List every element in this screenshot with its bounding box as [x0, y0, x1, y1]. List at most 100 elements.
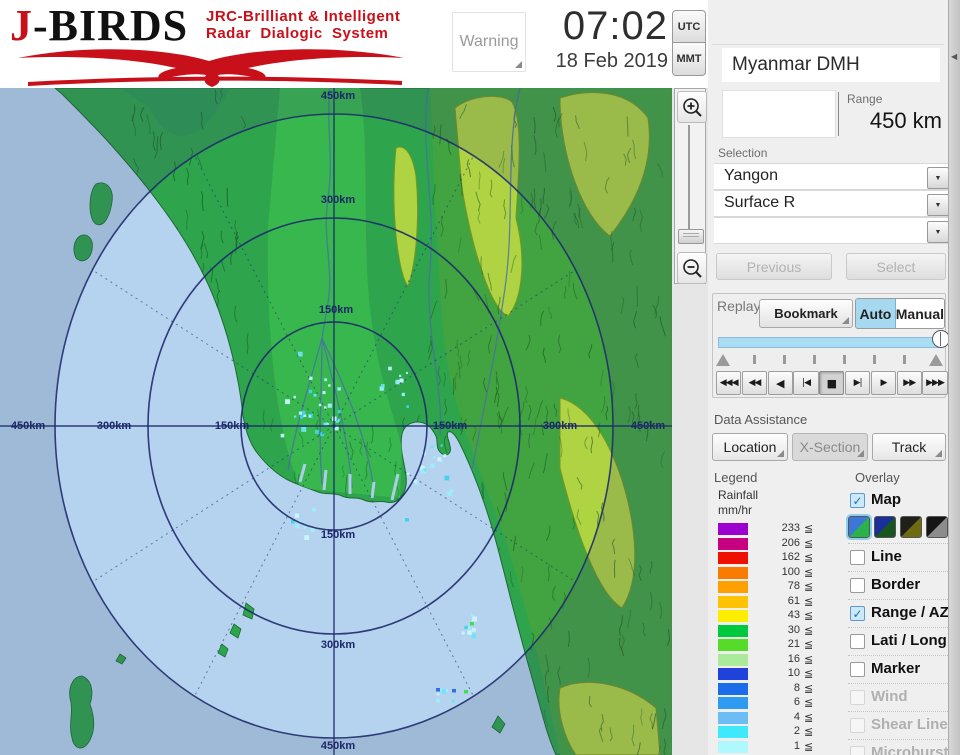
- legend-row: 206 ≦: [718, 537, 838, 552]
- transport-button-play[interactable]: ▶: [870, 371, 897, 395]
- slider-tick: [813, 355, 816, 364]
- slider-tick: [753, 355, 756, 364]
- checkbox-checked[interactable]: ✓: [850, 493, 865, 508]
- slider-tick: [873, 355, 876, 364]
- mmt-button[interactable]: MMT: [672, 43, 706, 76]
- slider-tick: [843, 355, 846, 364]
- legend-value: 10: [787, 667, 800, 679]
- replay-label: Replay: [717, 298, 761, 314]
- radar-map[interactable]: 450km 300km 150km 150km 300km 450km 450km 300km…: [0, 88, 672, 755]
- map-style-button-4[interactable]: [926, 516, 948, 538]
- legend-value: 78: [787, 580, 800, 592]
- transport-button-forward[interactable]: ▶▶: [896, 371, 922, 395]
- chevron-down-icon[interactable]: ▼: [927, 194, 949, 216]
- x-section-button[interactable]: X-Section: [792, 433, 868, 461]
- logo-title: J-BIRDS: [10, 1, 189, 50]
- overlay-item-border[interactable]: Border: [848, 571, 948, 599]
- transport-button-stop[interactable]: ■: [819, 371, 845, 395]
- transport-button-fast-rewind[interactable]: ◀◀◀: [716, 371, 742, 395]
- zoom-out-icon: [683, 259, 702, 278]
- utc-button[interactable]: UTC: [672, 10, 706, 43]
- selection-product-value: Surface R: [724, 194, 796, 211]
- legend-lte-symbol: ≦: [804, 653, 814, 666]
- legend-units: Rainfall mm/hr: [718, 488, 758, 518]
- legend-swatch: [718, 537, 748, 550]
- overlay-item-line[interactable]: Line: [848, 543, 948, 571]
- ring-label: 300km: [543, 420, 577, 432]
- overlay-item-label: Lati / Long: [871, 632, 947, 649]
- transport-button-skip-start[interactable]: |◀: [793, 371, 819, 395]
- replay-slider-track[interactable]: [718, 337, 942, 348]
- previous-button[interactable]: Previous: [716, 253, 832, 280]
- select-button[interactable]: Select: [846, 253, 946, 280]
- zoom-slider-thumb[interactable]: [678, 229, 704, 244]
- range-label: Range: [847, 92, 883, 106]
- corner-fold-icon: [935, 450, 942, 457]
- ring-label: 150km: [433, 420, 467, 432]
- zoom-slider-track[interactable]: [688, 125, 690, 243]
- bookmark-button[interactable]: Bookmark: [759, 299, 853, 328]
- map-style-button-3[interactable]: [900, 516, 922, 538]
- overlay-item-wind[interactable]: Wind: [848, 683, 948, 711]
- selection-site-value: Yangon: [724, 167, 778, 184]
- transport-button-fast-forward[interactable]: ▶▶▶: [922, 371, 948, 395]
- overlay-label: Overlay: [855, 470, 900, 485]
- ring-label: 450km: [321, 740, 355, 752]
- range-value: 450 km: [869, 108, 942, 133]
- zoom-out-button[interactable]: [677, 252, 707, 284]
- overlay-item-label: Shear Line: [871, 716, 948, 733]
- collapse-arrow-icon: ◀: [951, 52, 958, 61]
- transport-button-skip-end[interactable]: ▶|: [844, 371, 871, 395]
- overlay-item-lati-long[interactable]: Lati / Long: [848, 627, 948, 655]
- overlay-item-marker[interactable]: Marker: [848, 655, 948, 683]
- zoom-in-icon: [683, 98, 702, 117]
- map-style-button-2[interactable]: [874, 516, 896, 538]
- legend-value: 8: [793, 681, 800, 694]
- data-assistance-label: Data Assistance: [714, 412, 808, 427]
- clock: 07:02 18 Feb 2019: [530, 4, 668, 74]
- overlay-item-map[interactable]: ✓ Map: [848, 487, 948, 514]
- transport-button-rewind[interactable]: ◀◀: [741, 371, 768, 395]
- location-label: Location: [723, 439, 777, 455]
- legend-value: 1: [793, 739, 800, 752]
- zoom-in-button[interactable]: [677, 91, 707, 123]
- checkbox[interactable]: [850, 634, 865, 649]
- x-section-label: X-Section: [799, 439, 861, 455]
- legend-swatch: [718, 566, 748, 579]
- overlay-item-shear-line[interactable]: Shear Line: [848, 711, 948, 739]
- selection-dropdown-product[interactable]: Surface R ▼: [714, 190, 952, 217]
- selection-dropdown-extra[interactable]: ▼: [714, 217, 952, 244]
- checkbox[interactable]: [850, 662, 865, 677]
- location-button[interactable]: Location: [712, 433, 788, 461]
- selection-dropdown-site[interactable]: Yangon ▼: [714, 163, 952, 190]
- legend-value: 6: [793, 696, 800, 708]
- auto-button[interactable]: Auto: [856, 299, 896, 328]
- chevron-down-icon[interactable]: ▼: [927, 221, 949, 243]
- track-button[interactable]: Track: [872, 433, 946, 461]
- transport-button-step-back[interactable]: ◀: [767, 371, 793, 395]
- overlay-item-label: Line: [871, 548, 902, 565]
- legend-unit-rainfall: Rainfall: [718, 488, 759, 502]
- overlay-item-label: Wind: [871, 688, 908, 705]
- manual-button[interactable]: Manual: [896, 299, 944, 328]
- ring-label: 300km: [321, 194, 355, 206]
- warning-label: Warning: [459, 33, 519, 50]
- legend-swatch: [718, 624, 748, 637]
- map-style-button-1[interactable]: [846, 514, 872, 540]
- checkbox-checked[interactable]: ✓: [850, 606, 865, 621]
- legend-row: 233 ≦: [718, 522, 838, 537]
- panel-splitter[interactable]: ◀: [948, 0, 960, 755]
- legend-value: 16: [787, 652, 800, 665]
- legend-value: 30: [787, 623, 800, 636]
- overlay-list: ✓ Map Line Border ✓ Range / AZ Lati / Long Mark…: [846, 487, 949, 755]
- ring-label: 450km: [631, 420, 665, 432]
- overlay-item-microburst[interactable]: Microburst: [848, 739, 949, 755]
- track-label: Track: [891, 439, 927, 455]
- checkbox[interactable]: [850, 578, 865, 593]
- overlay-item-range-az[interactable]: ✓ Range / AZ: [848, 599, 949, 627]
- station-name-field: Myanmar DMH: [722, 48, 940, 82]
- legend-value: 162: [781, 551, 800, 563]
- chevron-down-icon[interactable]: ▼: [927, 167, 949, 189]
- warning-button[interactable]: Warning: [452, 12, 526, 72]
- checkbox[interactable]: [850, 550, 865, 565]
